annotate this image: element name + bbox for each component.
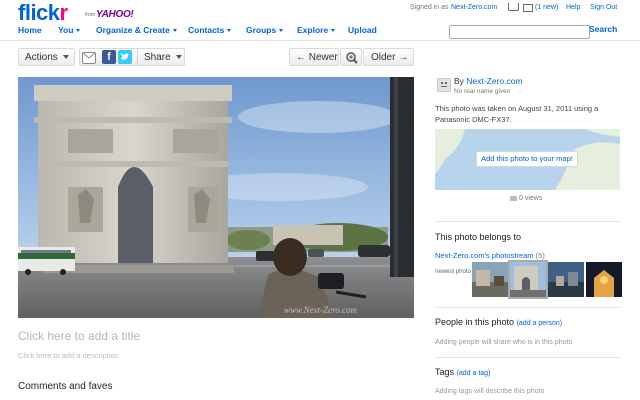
photostream-name[interactable]: Next-Zero.com's photostream <box>435 251 534 260</box>
signed-in-label: Signed in as <box>410 4 449 11</box>
chevron-down-icon <box>279 29 284 33</box>
stream-thumbnail-current[interactable] <box>508 260 548 299</box>
zoom-icon <box>346 52 358 64</box>
tags-hint: Adding tags will describe this photo <box>435 388 545 395</box>
view-count: 0 views <box>510 195 542 202</box>
search-input[interactable] <box>449 25 590 39</box>
chevron-down-icon <box>172 29 177 33</box>
older-label: Older → <box>371 52 409 63</box>
stream-thumbnail[interactable] <box>472 262 508 297</box>
chevron-down-icon <box>62 55 69 60</box>
tags-heading-text: Tags <box>435 367 455 377</box>
comments-heading: Comments and faves <box>18 381 113 392</box>
views-label: 0 views <box>519 195 543 202</box>
nav-groups[interactable]: Groups <box>246 25 284 35</box>
logo-text-main: flick <box>18 0 60 25</box>
chevron-down-icon <box>331 29 336 33</box>
photo-watermark: www.Next-Zero.com <box>284 305 357 315</box>
top-bar: flickr from YAHOO! Home You Organize & C… <box>0 0 640 41</box>
chevron-down-icon <box>227 29 232 33</box>
add-tag-link[interactable]: (add a tag) <box>457 370 491 377</box>
photostream-count: (5) <box>535 251 545 260</box>
owner-byline: By Next-Zero.com <box>454 76 523 86</box>
belongs-heading: This photo belongs to <box>435 232 522 242</box>
yahoo-logo: YAHOO! <box>96 9 134 20</box>
taken-info: This photo was taken on August 31, 2011 … <box>435 104 599 124</box>
description-placeholder[interactable]: Click here to add a description <box>18 351 119 360</box>
divider <box>435 221 621 222</box>
by-label: By <box>454 76 464 86</box>
title-placeholder[interactable]: Click here to add a title <box>18 329 140 343</box>
photostream-link[interactable]: Next-Zero.com's photostream (5) <box>435 251 545 260</box>
people-hint: Adding people will share who is in this … <box>435 339 573 346</box>
zoom-button[interactable] <box>340 48 362 66</box>
nav-explore[interactable]: Explore <box>297 25 336 35</box>
nav-you[interactable]: You <box>58 25 81 35</box>
nav-contacts[interactable]: Contacts <box>188 25 232 35</box>
newer-button[interactable]: ← Newer <box>289 48 339 66</box>
actions-button[interactable]: Actions <box>18 48 75 66</box>
add-person-link[interactable]: (add a person) <box>517 320 563 327</box>
email-icon[interactable] <box>82 52 96 64</box>
people-heading: People in this photo (add a person) <box>435 317 562 327</box>
photo-arc-de-triomphe: www.Next-Zero.com <box>18 77 414 318</box>
share-label: Share <box>144 52 171 63</box>
nav-organize-create[interactable]: Organize & Create <box>96 25 177 35</box>
mail-icon[interactable] <box>523 4 533 12</box>
username-link[interactable]: Next-Zero.com <box>451 4 497 11</box>
share-button[interactable]: Share <box>137 48 185 66</box>
mail-count-link[interactable]: (1 new) <box>535 4 558 11</box>
actions-label: Actions <box>25 52 58 63</box>
stream-thumbnail[interactable] <box>586 262 622 297</box>
search-button[interactable]: Search <box>589 24 617 34</box>
chevron-down-icon <box>175 55 182 60</box>
twitter-icon[interactable] <box>118 50 132 64</box>
divider <box>435 307 621 308</box>
nav-home[interactable]: Home <box>18 25 42 35</box>
stream-thumbnail[interactable] <box>548 262 584 297</box>
help-link[interactable]: Help <box>566 4 580 11</box>
facebook-icon[interactable]: f <box>102 50 116 64</box>
cart-icon[interactable] <box>508 3 519 11</box>
people-heading-text: People in this photo <box>435 317 515 327</box>
older-button[interactable]: Older → <box>363 48 414 66</box>
flickr-logo[interactable]: flickr <box>18 0 68 26</box>
tags-heading: Tags (add a tag) <box>435 367 490 377</box>
logo-text-accent: r <box>59 0 69 25</box>
divider <box>435 357 621 358</box>
chevron-down-icon <box>76 29 81 33</box>
avatar[interactable] <box>437 78 451 92</box>
views-icon <box>510 195 517 201</box>
real-name: No real name given <box>454 88 511 95</box>
newest-label-text: newest photo <box>435 269 471 275</box>
sign-out-link[interactable]: Sign Out <box>590 4 617 11</box>
add-to-map-button[interactable]: Add this photo to your map! <box>476 151 578 167</box>
main-photo[interactable]: www.Next-Zero.com <box>18 77 414 318</box>
nav-upload[interactable]: Upload <box>348 25 377 35</box>
newest-photo-label: newest photo <box>435 262 471 297</box>
owner-link[interactable]: Next-Zero.com <box>466 76 522 86</box>
newer-label: ← Newer <box>296 52 338 63</box>
from-label: from <box>85 12 95 18</box>
